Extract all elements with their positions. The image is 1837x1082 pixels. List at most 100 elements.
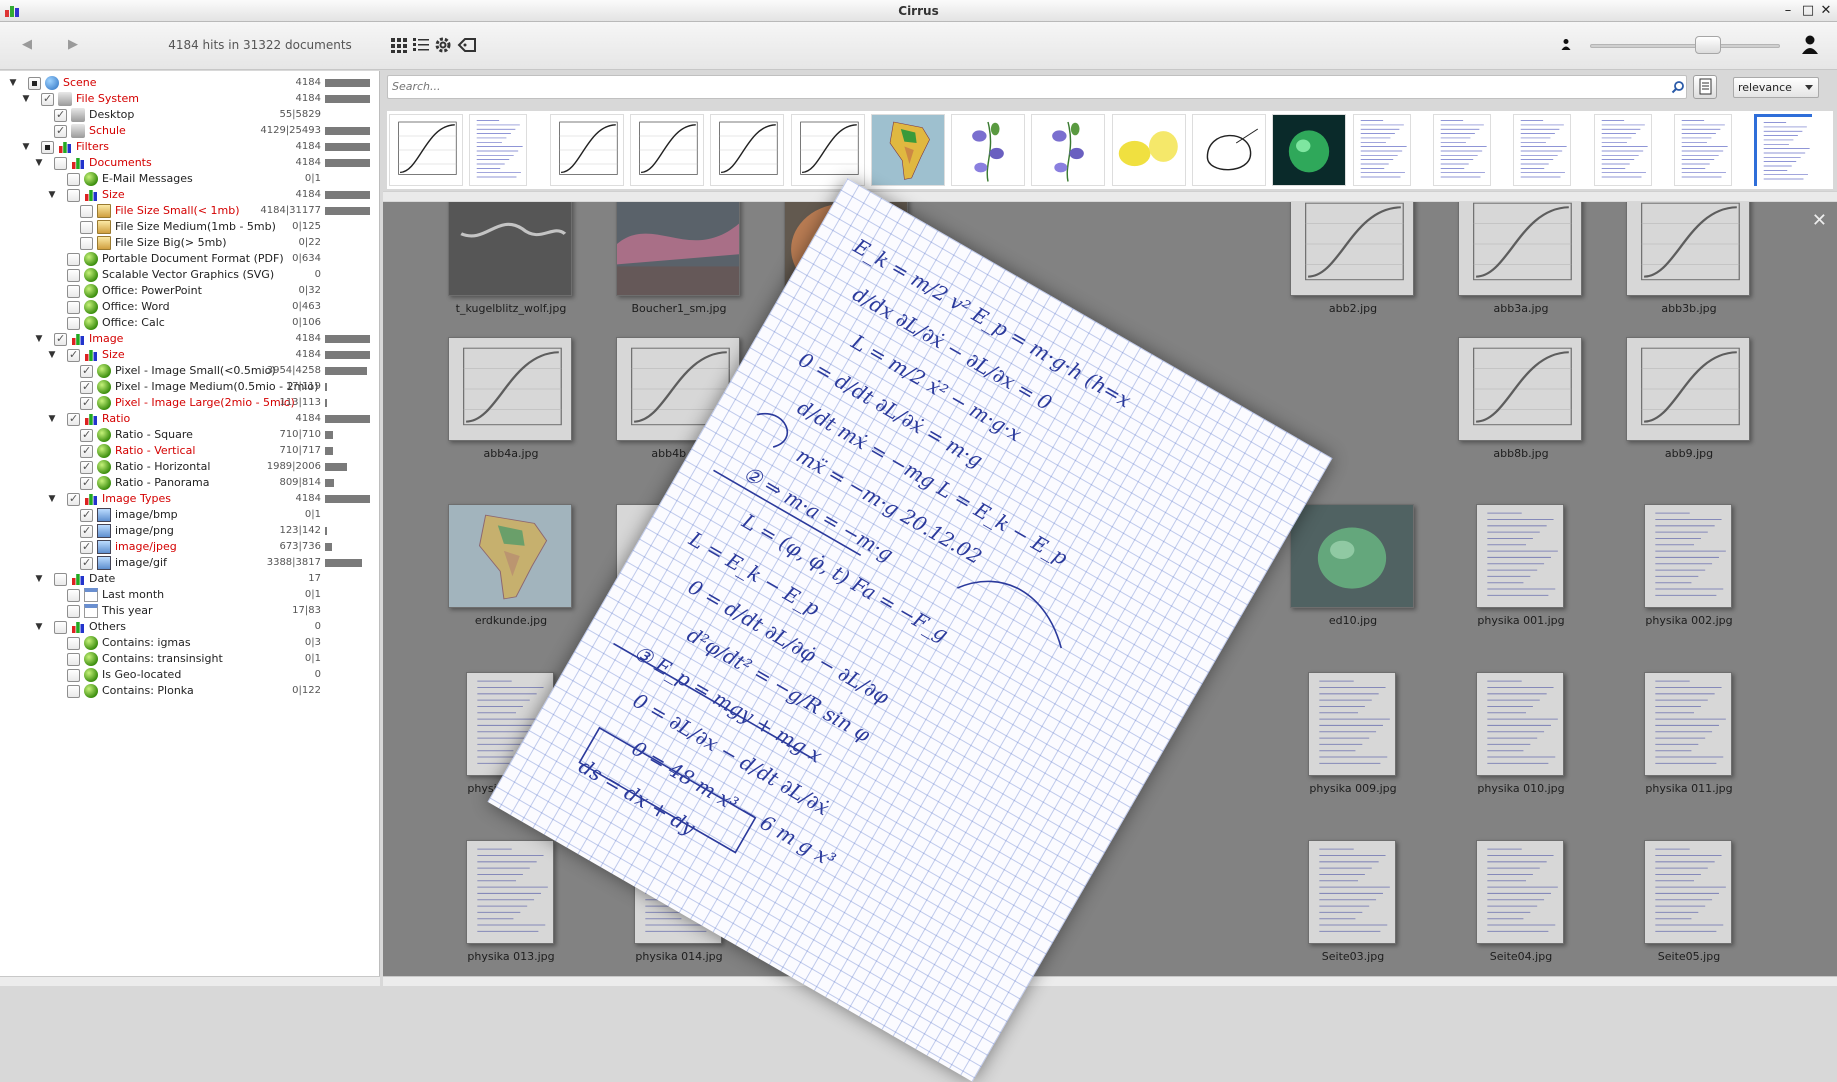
result-thumbnail[interactable]: [1290, 202, 1414, 296]
search-input[interactable]: [392, 80, 1642, 93]
result-thumbnail[interactable]: [466, 840, 554, 944]
tree-item[interactable]: Ratio - Horizontal 1989|2006: [0, 459, 378, 475]
tree-item-checkbox[interactable]: [67, 653, 80, 666]
large-person-icon[interactable]: [1800, 34, 1820, 54]
tag-icon[interactable]: [456, 34, 478, 56]
tree-item[interactable]: Contains: igmas 0|3: [0, 635, 378, 651]
tree-item[interactable]: ▼ Ratio 4184: [0, 411, 378, 427]
tree-item-checkbox[interactable]: [41, 141, 54, 154]
tree-item[interactable]: Office: Word 0|463: [0, 299, 378, 315]
tree-item[interactable]: Ratio - Square 710|710: [0, 427, 378, 443]
tree-item-checkbox[interactable]: [80, 363, 93, 379]
forward-button[interactable]: ▶: [62, 34, 84, 56]
strip-thumbnail[interactable]: [951, 114, 1026, 186]
strip-scrollbar[interactable]: [383, 191, 1837, 201]
result-thumbnail[interactable]: [1308, 840, 1396, 944]
tree-item-checkbox[interactable]: [67, 189, 80, 202]
tree-item[interactable]: Contains: Plonka 0|122: [0, 683, 378, 699]
expand-toggle-icon[interactable]: ▼: [21, 91, 31, 107]
result-thumbnail[interactable]: [1644, 504, 1732, 608]
tree-item[interactable]: This year 17|83: [0, 603, 378, 619]
tree-item[interactable]: image/png 123|142: [0, 523, 378, 539]
strip-thumbnail[interactable]: [790, 114, 865, 186]
zoom-slider-thumb[interactable]: [1694, 36, 1721, 54]
tree-item[interactable]: Pixel - Image Small(<0.5mio)3954|4258: [0, 363, 378, 379]
strip-thumbnail[interactable]: [870, 114, 945, 186]
tree-item-checkbox[interactable]: [80, 539, 93, 555]
tree-item[interactable]: image/jpeg 673|736: [0, 539, 378, 555]
result-thumbnail[interactable]: [1308, 672, 1396, 776]
tree-item-checkbox[interactable]: [41, 91, 54, 107]
tree-item[interactable]: Office: Calc 0|106: [0, 315, 378, 331]
tree-item[interactable]: Pixel - Image Large(2mio - 5mio)113|113: [0, 395, 378, 411]
result-thumbnail[interactable]: [1458, 337, 1582, 441]
result-thumbnail[interactable]: [1644, 672, 1732, 776]
tree-item-checkbox[interactable]: [80, 555, 93, 571]
tree-item-checkbox[interactable]: [28, 77, 41, 90]
result-thumbnail[interactable]: [1290, 504, 1414, 608]
tree-item[interactable]: File Size Big(> 5mb) 0|22: [0, 235, 378, 251]
tree-item-checkbox[interactable]: [80, 475, 93, 491]
strip-thumbnail-selected[interactable]: [1754, 114, 1814, 187]
strip-thumbnail[interactable]: [389, 114, 463, 186]
tree-item[interactable]: Ratio - Vertical 710|717: [0, 443, 378, 459]
tree-item[interactable]: Schule 4129|25493: [0, 123, 378, 139]
result-thumbnail[interactable]: [1458, 202, 1582, 296]
tree-item-checkbox[interactable]: [80, 507, 93, 523]
tree-item-checkbox[interactable]: [67, 269, 80, 282]
tree-item[interactable]: ▼ Image Types 4184: [0, 491, 378, 507]
sort-dropdown[interactable]: relevance: [1733, 77, 1819, 98]
expand-toggle-icon[interactable]: ▼: [47, 411, 57, 427]
expand-toggle-icon[interactable]: ▼: [34, 155, 44, 171]
maximize-button[interactable]: □: [1800, 3, 1816, 19]
result-thumbnail[interactable]: [1626, 202, 1750, 296]
tree-item-checkbox[interactable]: [54, 157, 67, 170]
tree-item-checkbox[interactable]: [80, 395, 93, 411]
strip-thumbnail[interactable]: [1673, 114, 1732, 186]
tree-item[interactable]: Last month 0|1: [0, 587, 378, 603]
expand-toggle-icon[interactable]: ▼: [34, 619, 44, 635]
strip-thumbnail[interactable]: [1593, 114, 1652, 186]
strip-thumbnail[interactable]: [549, 114, 624, 186]
tree-item-checkbox[interactable]: [54, 621, 67, 634]
strip-thumbnail[interactable]: [469, 114, 528, 186]
zoom-slider-track[interactable]: [1590, 44, 1780, 48]
result-thumbnail[interactable]: [448, 504, 572, 608]
close-window-button[interactable]: ✕: [1818, 3, 1834, 19]
tree-item-checkbox[interactable]: [80, 443, 93, 459]
tree-item[interactable]: ▼ Image 4184: [0, 331, 378, 347]
tree-item-checkbox[interactable]: [80, 379, 93, 395]
strip-thumbnail[interactable]: [710, 114, 785, 186]
result-thumbnail[interactable]: [1644, 840, 1732, 944]
tree-item-checkbox[interactable]: [80, 221, 93, 234]
back-button[interactable]: ◀: [16, 34, 38, 56]
tree-item[interactable]: ▼ Documents 4184: [0, 155, 378, 171]
tree-item[interactable]: ▼ Size 4184: [0, 347, 378, 363]
tree-item[interactable]: ▼ Size 4184: [0, 187, 378, 203]
tree-item-checkbox[interactable]: [54, 573, 67, 586]
strip-thumbnail[interactable]: [1513, 114, 1572, 186]
grid-view-icon[interactable]: [388, 34, 410, 56]
tree-item[interactable]: Is Geo-located 0: [0, 667, 378, 683]
tree-item-checkbox[interactable]: [67, 491, 80, 507]
tree-item-checkbox[interactable]: [67, 301, 80, 314]
right-panel-scrollbar[interactable]: [383, 976, 1837, 986]
strip-thumbnail[interactable]: [1352, 114, 1411, 186]
tree-item[interactable]: Contains: transinsight 0|1: [0, 651, 378, 667]
tree-item-checkbox[interactable]: [67, 253, 80, 266]
strip-thumbnail[interactable]: [629, 114, 704, 186]
strip-thumbnail[interactable]: [1272, 114, 1347, 186]
tree-item-checkbox[interactable]: [67, 669, 80, 682]
tree-item-checkbox[interactable]: [67, 685, 80, 698]
list-view-icon[interactable]: [410, 34, 432, 56]
minimize-button[interactable]: –: [1780, 3, 1796, 19]
tree-item[interactable]: Ratio - Panorama 809|814: [0, 475, 378, 491]
tree-item[interactable]: ▼ Date 17: [0, 571, 378, 587]
tree-item-checkbox[interactable]: [67, 347, 80, 363]
tree-item-checkbox[interactable]: [54, 107, 67, 123]
tree-item-checkbox[interactable]: [67, 173, 80, 186]
document-view-button[interactable]: [1693, 75, 1717, 99]
tree-item[interactable]: ▼ File System 4184: [0, 91, 378, 107]
left-panel-scrollbar[interactable]: [0, 976, 380, 986]
tree-item[interactable]: image/gif 3388|3817: [0, 555, 378, 571]
